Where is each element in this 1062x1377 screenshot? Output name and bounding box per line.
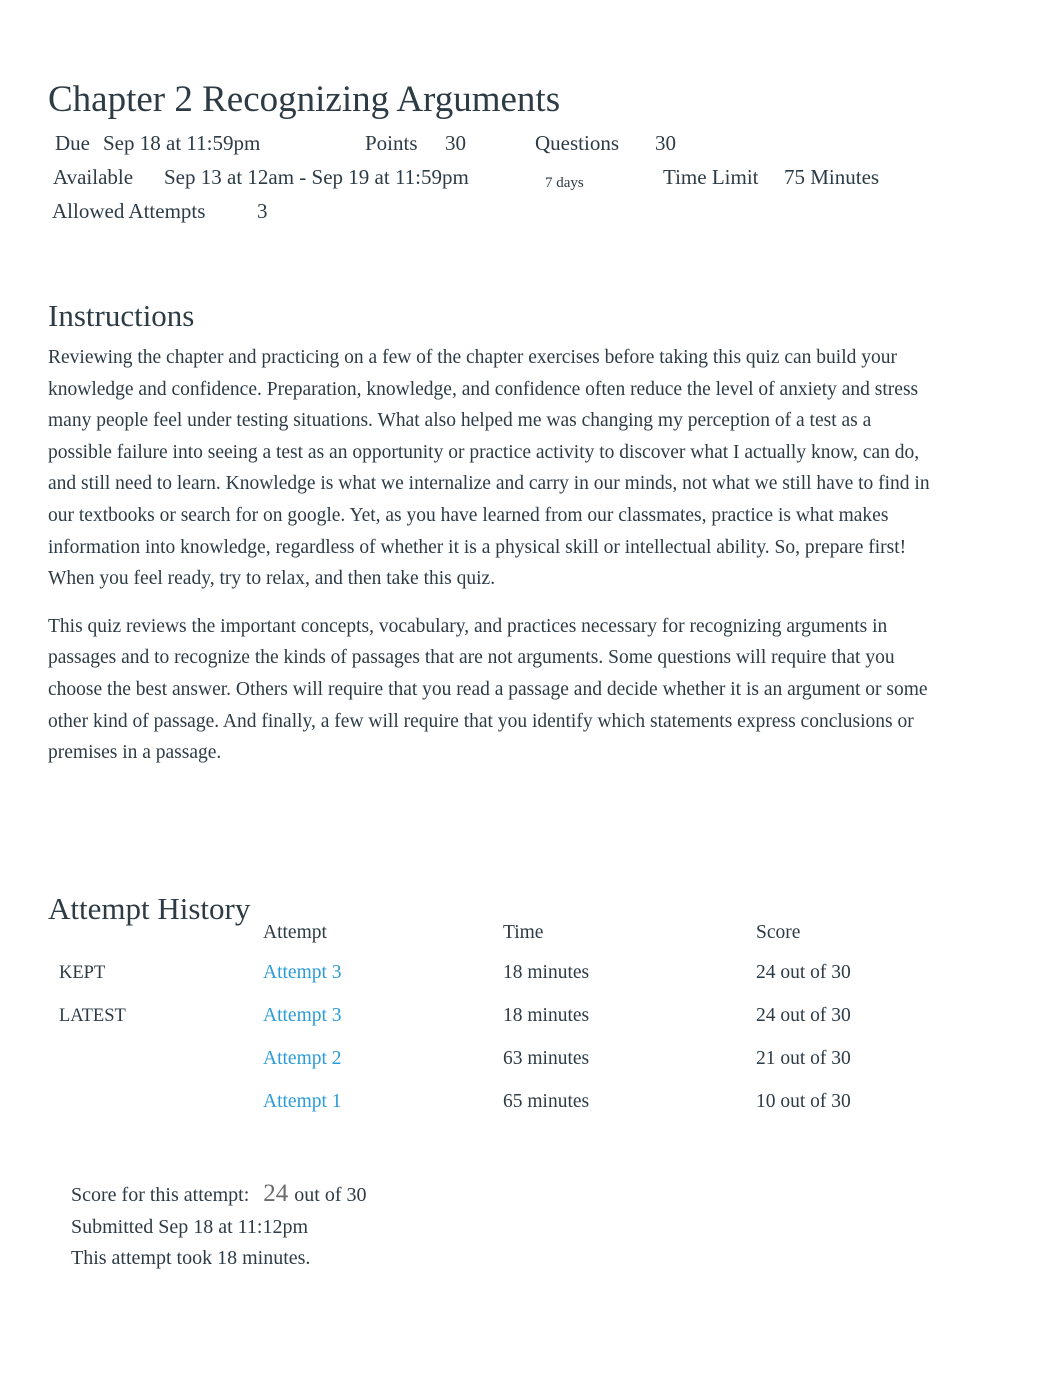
points-value: 30 [445, 131, 466, 155]
submitted-line: Submitted Sep 18 at 11:12pm [71, 1215, 309, 1238]
attempt-score: 21 out of 30 [756, 1048, 851, 1069]
attempt-link[interactable]: Attempt 3 [263, 962, 342, 983]
score-label: Score for this attempt: [71, 1184, 250, 1206]
attempt-history-thead: Attempt Time Score [48, 920, 938, 960]
attempt-time: 18 minutes [503, 1005, 590, 1026]
attempt-link[interactable]: Attempt 1 [263, 1091, 342, 1112]
available-value: Sep 13 at 12am - Sep 19 at 11:59pm [164, 165, 469, 189]
due-value: Sep 18 at 11:59pm [103, 131, 261, 155]
attempt-link-cell[interactable]: Attempt 3 [263, 1003, 503, 1046]
attempt-link-cell[interactable]: Attempt 3 [263, 960, 503, 1003]
attempt-tag [48, 1089, 263, 1132]
time-limit-value: 75 Minutes [784, 165, 880, 189]
table-row: KEPT Attempt 3 18 minutes 24 out of 30 [48, 960, 938, 1003]
attempt-link-cell[interactable]: Attempt 2 [263, 1046, 503, 1089]
table-row: Attempt 2 63 minutes 21 out of 30 [48, 1046, 938, 1089]
points-label: Points [365, 131, 418, 155]
available-label: Available [53, 165, 134, 189]
attempt-score: 24 out of 30 [756, 962, 851, 983]
instructions-paragraph: Reviewing the chapter and practicing on … [48, 347, 930, 590]
attempt-tag: KEPT [59, 963, 106, 983]
attempt-score: 24 out of 30 [756, 1005, 851, 1026]
attempt-link[interactable]: Attempt 3 [263, 1005, 342, 1026]
table-row: LATEST Attempt 3 18 minutes 24 out of 30 [48, 1003, 938, 1046]
quiz-meta-row-due: Due Sep 18 at 11:59pm Points 30 Question… [48, 126, 948, 160]
attempt-time: 18 minutes [503, 962, 590, 983]
quiz-meta-block: Due Sep 18 at 11:59pm Points 30 Question… [48, 126, 948, 228]
quiz-results-page: Chapter 2 Recognizing Arguments Due Sep … [0, 0, 1062, 1377]
attempt-link[interactable]: Attempt 2 [263, 1048, 342, 1069]
attempt-history-tbody: KEPT Attempt 3 18 minutes 24 out of 30 L… [48, 960, 938, 1132]
attempt-time: 63 minutes [503, 1048, 590, 1069]
time-limit-label: Time Limit [663, 165, 759, 189]
column-header-score: Score [756, 922, 801, 943]
instructions-heading: Instructions [48, 297, 195, 333]
quiz-meta-row-attempts: Allowed Attempts 3 [48, 194, 948, 228]
attempt-tag: LATEST [59, 1006, 126, 1026]
column-header-time: Time [503, 922, 544, 943]
page-title: Chapter 2 Recognizing Arguments [48, 78, 561, 120]
attempt-history-table: Attempt Time Score KEPT Attempt 3 18 min… [48, 920, 938, 1132]
score-value: 24 [263, 1180, 289, 1207]
attempt-duration-line: This attempt took 18 minutes. [71, 1247, 311, 1269]
questions-label: Questions [535, 131, 619, 155]
attempt-time: 65 minutes [503, 1091, 590, 1112]
table-header-row: Attempt Time Score [48, 920, 938, 960]
table-row: Attempt 1 65 minutes 10 out of 30 [48, 1089, 938, 1132]
quiz-meta-row-available: Available Sep 13 at 12am - Sep 19 at 11:… [48, 160, 948, 194]
allowed-attempts-value: 3 [257, 199, 268, 223]
column-header-attempt: Attempt [263, 922, 327, 943]
score-out-of: out of 30 [294, 1184, 367, 1206]
questions-value: 30 [655, 131, 676, 155]
due-label: Due [55, 131, 90, 155]
instructions-body: Reviewing the chapter and practicing on … [48, 342, 938, 769]
score-summary: Score for this attempt: 24 out of 30 Submi… [71, 1178, 367, 1275]
score-for-attempt-line: Score for this attempt: 24 out of 30 [71, 1178, 367, 1212]
attempt-link-cell[interactable]: Attempt 1 [263, 1089, 503, 1132]
allowed-attempts-label: Allowed Attempts [52, 199, 206, 223]
column-header-tag [48, 920, 263, 960]
attempt-score: 10 out of 30 [756, 1091, 851, 1112]
attempt-tag [48, 1046, 263, 1089]
instructions-paragraph: This quiz reviews the important concepts… [48, 615, 928, 764]
